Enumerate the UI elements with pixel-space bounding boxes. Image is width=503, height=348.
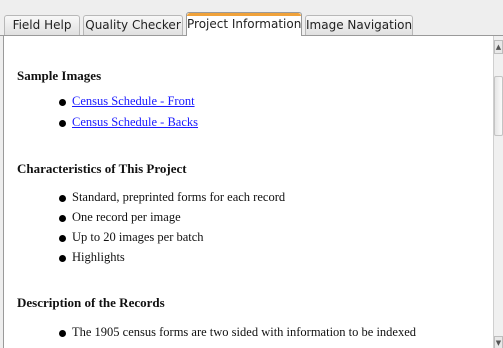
- bullet-icon: [59, 120, 66, 127]
- arrow-down-icon[interactable]: ▼: [494, 336, 503, 348]
- bullet-icon: [59, 99, 66, 106]
- bullet-icon: [59, 215, 66, 222]
- census-schedule-front-link[interactable]: Census Schedule - Front: [72, 94, 195, 109]
- project-information-panel: Sample Images Census Schedule - Front Ce…: [3, 36, 493, 348]
- tab-quality-checker[interactable]: Quality Checker: [83, 15, 183, 35]
- section-title-sample-images: Sample Images: [17, 68, 102, 83]
- section-title-characteristics: Characteristics of This Project: [17, 161, 187, 176]
- tab-field-help[interactable]: Field Help: [4, 15, 80, 35]
- census-schedule-backs-link[interactable]: Census Schedule - Backs: [72, 115, 198, 130]
- scrollbar-thumb[interactable]: [494, 76, 503, 136]
- list-item-text: One record per image: [72, 210, 181, 224]
- tab-bar: Field Help Quality Checker Project Infor…: [0, 0, 503, 36]
- bullet-icon: [59, 255, 66, 262]
- tab-project-information[interactable]: Project Information: [186, 12, 302, 36]
- bullet-icon: [59, 235, 66, 242]
- list-item-text: Standard, preprinted forms for each reco…: [72, 190, 286, 204]
- tab-image-navigation[interactable]: Image Navigation: [305, 15, 413, 35]
- list-item-text: Highlights: [72, 250, 125, 264]
- arrow-up-icon[interactable]: ▲: [494, 40, 503, 54]
- vertical-scrollbar[interactable]: ▲ ▼: [493, 36, 503, 348]
- list-item-text: Up to 20 images per batch: [72, 230, 204, 244]
- bullet-icon: [59, 195, 66, 202]
- bullet-icon: [59, 330, 66, 337]
- list-item-text: The 1905 census forms are two sided with…: [72, 325, 417, 339]
- section-title-description: Description of the Records: [17, 295, 165, 310]
